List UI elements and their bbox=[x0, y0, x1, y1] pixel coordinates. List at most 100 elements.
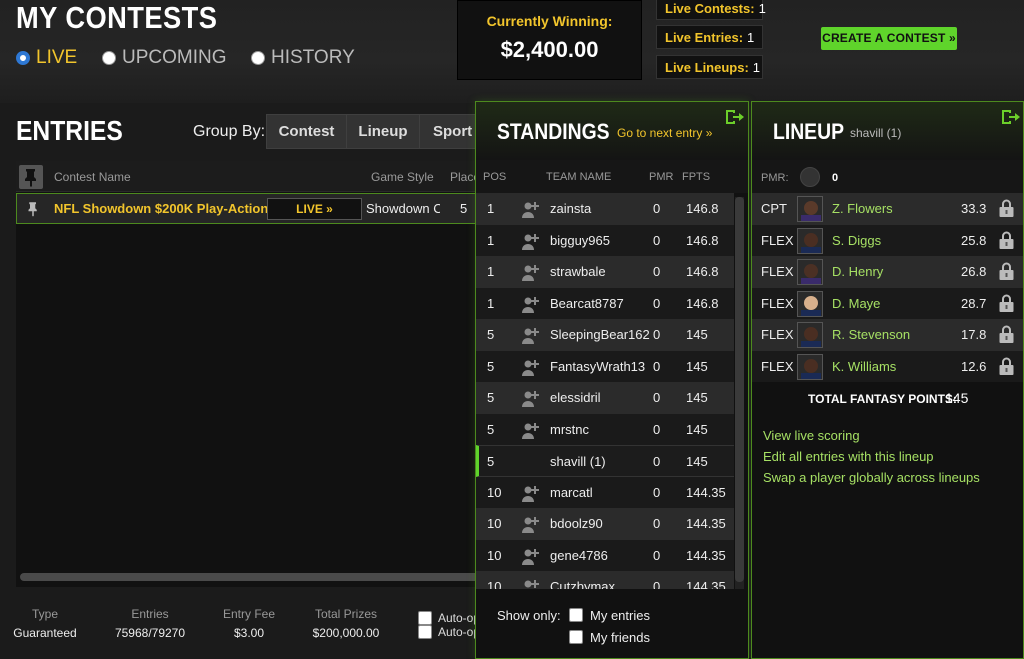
add-friend-icon[interactable] bbox=[520, 546, 540, 566]
pmr: 0 bbox=[653, 579, 661, 589]
horizontal-scrollbar[interactable] bbox=[20, 573, 480, 581]
add-friend-icon[interactable] bbox=[520, 420, 540, 440]
my-entries-checkbox[interactable] bbox=[569, 608, 583, 627]
live-entries-value: 1 bbox=[747, 30, 755, 45]
lineup-row[interactable]: CPT Z. Flowers 33.3 bbox=[752, 193, 1023, 225]
col-game-style[interactable]: Game Style bbox=[371, 170, 434, 184]
entries-value: 75968/79270 bbox=[114, 626, 186, 640]
vertical-scrollbar[interactable] bbox=[735, 197, 744, 589]
pin-icon[interactable] bbox=[19, 165, 43, 189]
type-label: Type bbox=[31, 607, 58, 621]
add-friend-icon[interactable] bbox=[520, 514, 540, 534]
radio-selected-icon[interactable] bbox=[16, 51, 30, 65]
tab-upcoming[interactable]: UPCOMING bbox=[102, 47, 227, 69]
popout-icon[interactable] bbox=[725, 109, 744, 124]
popout-icon[interactable] bbox=[1001, 109, 1020, 124]
add-friend-icon[interactable] bbox=[520, 325, 540, 345]
standings-row[interactable]: 10 Cutzbymax 0 144.35 bbox=[476, 571, 734, 589]
radio-icon[interactable] bbox=[102, 51, 116, 65]
add-friend-icon[interactable] bbox=[520, 483, 540, 503]
col-pos[interactable]: POS bbox=[483, 171, 506, 183]
group-by-lineup-button[interactable]: Lineup bbox=[346, 114, 420, 149]
col-team-name[interactable]: TEAM NAME bbox=[546, 171, 611, 183]
standings-columns: POS TEAM NAME PMR FPTS bbox=[476, 160, 748, 193]
pin-icon[interactable] bbox=[24, 198, 42, 220]
lineup-players: CPT Z. Flowers 33.3 FLEX S. Diggs 25.8 FLEX D. … bbox=[752, 193, 1023, 383]
standings-row[interactable]: 1 zainsta 0 146.8 bbox=[476, 193, 734, 225]
total-prizes-value: $200,000.00 bbox=[312, 626, 380, 640]
player-photo bbox=[797, 322, 823, 348]
player-name[interactable]: R. Stevenson bbox=[832, 327, 910, 342]
type-value: Guaranteed bbox=[13, 626, 77, 640]
edit-entries-link[interactable]: Edit all entries with this lineup bbox=[763, 449, 934, 464]
roster-position: FLEX bbox=[761, 232, 794, 248]
tab-live-label: LIVE bbox=[36, 47, 78, 68]
standings-row[interactable]: 1 strawbale 0 146.8 bbox=[476, 256, 734, 288]
pos: 10 bbox=[487, 547, 502, 563]
radio-icon[interactable] bbox=[251, 51, 265, 65]
standings-row[interactable]: 5 shavill (1) 0 145 bbox=[476, 445, 734, 477]
table-row[interactable]: NFL Showdown $200K Play-Action LIVE » Sh… bbox=[16, 193, 486, 224]
lineup-row[interactable]: FLEX D. Maye 28.7 bbox=[752, 287, 1023, 319]
my-friends-checkbox[interactable] bbox=[569, 630, 583, 649]
team-name: marcatl bbox=[550, 484, 593, 500]
pmr: 0 bbox=[653, 295, 661, 311]
col-contest-name[interactable]: Contest Name bbox=[54, 170, 131, 184]
standings-row[interactable]: 10 bdoolz90 0 144.35 bbox=[476, 508, 734, 540]
standings-row[interactable]: 1 bigguy965 0 146.8 bbox=[476, 224, 734, 256]
add-friend-icon[interactable] bbox=[520, 357, 540, 377]
lineup-row[interactable]: FLEX K. Williams 12.6 bbox=[752, 350, 1023, 382]
lock-icon bbox=[998, 357, 1015, 376]
create-contest-button[interactable]: CREATE A CONTEST » bbox=[821, 27, 957, 50]
lineup-row[interactable]: FLEX R. Stevenson 17.8 bbox=[752, 319, 1023, 351]
add-friend-icon[interactable] bbox=[520, 199, 540, 219]
pmr: 0 bbox=[653, 232, 661, 248]
lineup-user: shavill (1) bbox=[850, 126, 902, 140]
standings-row[interactable]: 5 SleepingBear162 0 145 bbox=[476, 319, 734, 351]
add-friend-icon[interactable] bbox=[520, 231, 540, 251]
standings-row[interactable]: 5 FantasyWrath13 0 145 bbox=[476, 350, 734, 382]
tab-live[interactable]: LIVE bbox=[16, 47, 77, 69]
col-pmr[interactable]: PMR bbox=[649, 171, 673, 183]
entries-table: Contest Name Game Style Place NFL Showdo… bbox=[16, 161, 486, 587]
total-label: TOTAL FANTASY POINTS: bbox=[808, 392, 957, 406]
standings-row[interactable]: 5 mrstnc 0 145 bbox=[476, 413, 734, 445]
fpts: 145 bbox=[686, 454, 708, 469]
col-fpts[interactable]: FPTS bbox=[682, 171, 710, 183]
contest-name[interactable]: NFL Showdown $200K Play-Action bbox=[54, 201, 268, 216]
auto-opt-checkbox[interactable] bbox=[418, 625, 432, 644]
add-friend-icon[interactable] bbox=[520, 294, 540, 314]
player-name[interactable]: D. Maye bbox=[832, 296, 880, 311]
team-name: bdoolz90 bbox=[550, 516, 603, 531]
lineup-title: LINEUP bbox=[773, 119, 845, 144]
tab-history[interactable]: HISTORY bbox=[251, 47, 355, 69]
lineup-row[interactable]: FLEX D. Henry 26.8 bbox=[752, 256, 1023, 288]
pos: 5 bbox=[487, 327, 495, 342]
fpts: 145 bbox=[686, 327, 708, 342]
standings-row[interactable]: 1 Bearcat8787 0 146.8 bbox=[476, 287, 734, 319]
standings-row[interactable]: 10 marcatl 0 144.35 bbox=[476, 476, 734, 508]
player-photo bbox=[797, 290, 823, 317]
player-name[interactable]: D. Henry bbox=[832, 264, 883, 279]
standings-row[interactable]: 5 elessidril 0 145 bbox=[476, 382, 734, 414]
add-friend-icon[interactable] bbox=[520, 577, 540, 589]
add-friend-icon[interactable] bbox=[520, 388, 540, 408]
player-points: 26.8 bbox=[961, 264, 987, 279]
lineup-row[interactable]: FLEX S. Diggs 25.8 bbox=[752, 224, 1023, 256]
team-name: mrstnc bbox=[550, 421, 589, 437]
player-name[interactable]: Z. Flowers bbox=[832, 201, 893, 216]
live-status-button[interactable]: LIVE » bbox=[267, 198, 362, 220]
swap-player-link[interactable]: Swap a player globally across lineups bbox=[763, 470, 980, 485]
group-by-contest-button[interactable]: Contest bbox=[266, 114, 347, 149]
player-name[interactable]: K. Williams bbox=[832, 359, 896, 374]
add-friend-icon[interactable] bbox=[520, 262, 540, 282]
scrollbar-thumb[interactable] bbox=[735, 197, 744, 582]
player-points: 33.3 bbox=[961, 201, 987, 216]
team-name: strawbale bbox=[550, 264, 606, 279]
next-entry-link[interactable]: Go to next entry » bbox=[617, 126, 712, 140]
team-name: FantasyWrath13 bbox=[550, 358, 646, 374]
standings-row[interactable]: 10 gene4786 0 144.35 bbox=[476, 539, 734, 571]
player-photo bbox=[797, 353, 823, 380]
player-name[interactable]: S. Diggs bbox=[832, 233, 881, 248]
view-live-scoring-link[interactable]: View live scoring bbox=[763, 428, 860, 443]
